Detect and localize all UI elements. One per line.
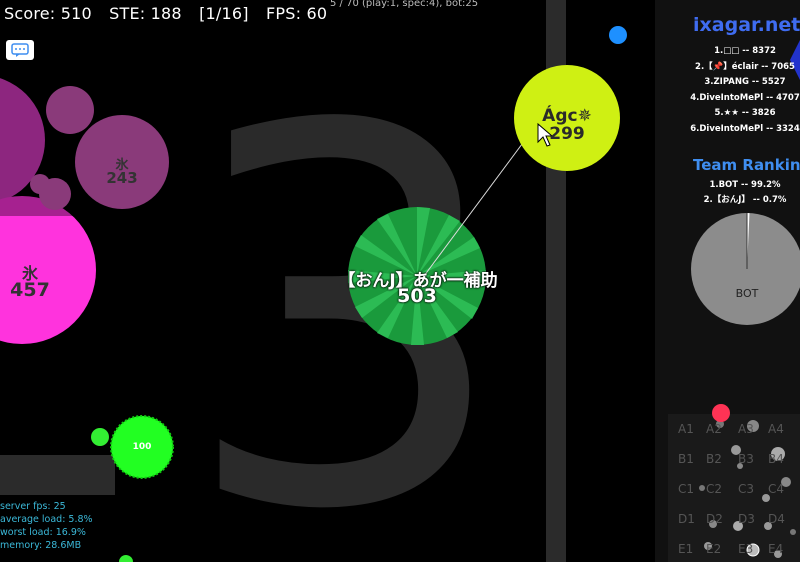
yellow-cell-name: Ágc✵ xyxy=(542,106,592,126)
leaderboard-entry: 1.□□ -- 8372 xyxy=(714,46,776,56)
blue-food-cell xyxy=(609,26,627,44)
pink-cell-mass: 457 xyxy=(10,279,50,301)
purple-cell-mass: 243 xyxy=(106,169,138,187)
chat-button[interactable] xyxy=(6,40,34,60)
server-avg-load: average load: 5.8% xyxy=(0,514,93,525)
server-memory: memory: 28.6MB xyxy=(0,540,82,551)
team-pie-bot-slice xyxy=(691,213,800,325)
ste-text: STE: 188 xyxy=(109,4,182,23)
fps-text: FPS: 60 xyxy=(266,4,328,23)
leaderboard-entry: 5.★★ -- 3826 xyxy=(714,108,776,119)
red-food-cell xyxy=(712,404,730,422)
chat-icon xyxy=(11,43,29,57)
team-entry: 1.BOT -- 99.2% xyxy=(709,180,781,190)
team-pie xyxy=(691,213,800,325)
leaderboard: 1.□□ -- 8372 2.【📌】éclair -- 7065 3.ZIPAN… xyxy=(690,44,800,138)
team-entry: 2.【おんJ】 -- 0.7% xyxy=(703,195,787,205)
yellow-cell-mass: 299 xyxy=(549,124,585,144)
team-ranking-title: Team Ranking xyxy=(693,156,800,174)
leaderboard-entry: 3.ZIPANG -- 5527 xyxy=(704,77,786,88)
score-text: Score: 510 xyxy=(4,4,92,23)
game-canvas[interactable]: 3 A1 A2 A3 A4 B1 B2 B3 B4 C1 C2 C3 C4 D1… xyxy=(0,0,800,562)
purple-tiny-cell-2 xyxy=(30,174,50,194)
leaderboard-entry: 4.DiveIntoMePl -- 4707 xyxy=(690,92,800,103)
page-text: [1/16] xyxy=(199,4,249,23)
player-mass: 503 xyxy=(397,285,437,307)
player-count: 5 / 70 (play:1, spec:4), bot:25 xyxy=(330,0,479,9)
server-worst-load: worst load: 16.9% xyxy=(0,527,86,538)
virus-mass: 100 xyxy=(132,442,152,452)
site-brand: ixagar.net xyxy=(693,14,800,36)
server-stats: server fps: 25 average load: 5.8% worst … xyxy=(0,500,93,552)
purple-small-cell xyxy=(46,86,94,134)
score-hud: Score: 510 STE: 188 [1/16] FPS: 60 xyxy=(4,4,339,23)
green-food-cell-2 xyxy=(119,555,133,562)
server-fps: server fps: 25 xyxy=(0,501,66,512)
team-pie-label: BOT xyxy=(735,287,759,300)
leaderboard-entry: 6.DiveIntoMePl -- 3324 xyxy=(690,123,800,134)
team-ranking-list: 1.BOT -- 99.2% 2.【おんJ】 -- 0.7% xyxy=(690,178,800,208)
leaderboard-entry: 2.【📌】éclair -- 7065 xyxy=(695,61,795,72)
green-food-cell xyxy=(91,428,109,446)
